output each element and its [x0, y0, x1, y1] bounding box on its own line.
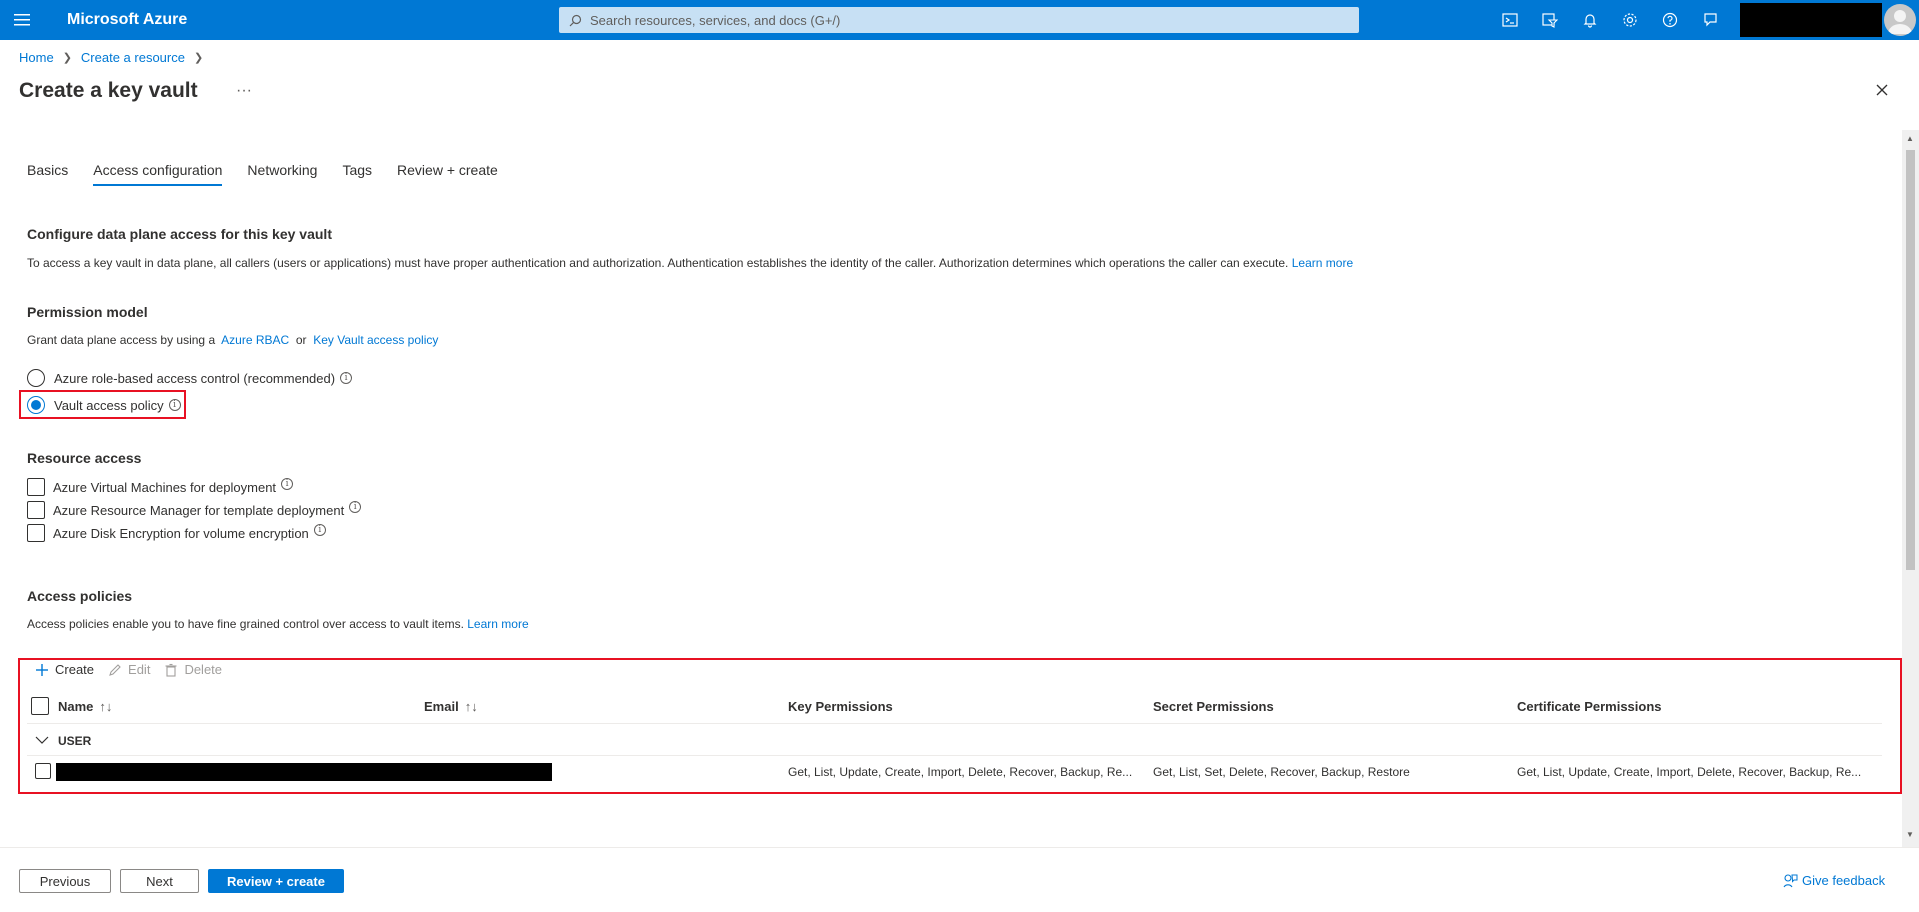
breadcrumb: Home ❯ Create a resource ❯: [19, 50, 203, 65]
search-icon: [569, 14, 582, 26]
next-button[interactable]: Next: [120, 869, 199, 893]
footer: Previous Next Review + create Give feedb…: [0, 847, 1919, 912]
cloud-shell-icon[interactable]: [1490, 0, 1530, 40]
checkbox-arm-template[interactable]: Azure Resource Manager for template depl…: [27, 501, 362, 519]
data-plane-description: To access a key vault in data plane, all…: [27, 256, 1353, 270]
close-icon[interactable]: [1874, 82, 1890, 98]
radio-azure-rbac[interactable]: Azure role-based access control (recomme…: [27, 369, 353, 387]
key-vault-access-policy-link[interactable]: Key Vault access policy: [313, 333, 438, 347]
tab-review-create[interactable]: Review + create: [397, 162, 498, 186]
tab-access-configuration[interactable]: Access configuration: [93, 162, 223, 186]
radio-azure-rbac-label: Azure role-based access control (recomme…: [54, 370, 336, 386]
access-policies-heading: Access policies: [27, 588, 133, 604]
data-plane-heading: Configure data plane access for this key…: [27, 226, 332, 242]
scrollbar[interactable]: ▲ ▼: [1902, 130, 1919, 847]
menu-icon[interactable]: [0, 0, 44, 40]
feedback-icon[interactable]: [1690, 0, 1730, 40]
permission-model-intro-text: Grant data plane access by using a: [27, 333, 216, 347]
radio-button-unchecked[interactable]: [27, 369, 45, 387]
help-icon[interactable]: [1650, 0, 1690, 40]
permission-model-intro: Grant data plane access by using a Azure…: [27, 333, 438, 347]
search-input[interactable]: Search resources, services, and docs (G+…: [559, 7, 1359, 33]
access-policies-description: Access policies enable you to have fine …: [27, 617, 529, 631]
search-placeholder: Search resources, services, and docs (G+…: [590, 12, 841, 28]
directory-filter-icon[interactable]: [1530, 0, 1570, 40]
avatar[interactable]: [1884, 4, 1916, 36]
access-policies-learn-more-link[interactable]: Learn more: [467, 617, 528, 631]
previous-button[interactable]: Previous: [19, 869, 111, 893]
checkbox[interactable]: [27, 501, 45, 519]
checkbox-disk-encryption[interactable]: Azure Disk Encryption for volume encrypt…: [27, 524, 326, 542]
review-create-button[interactable]: Review + create: [208, 869, 344, 893]
tab-networking[interactable]: Networking: [247, 162, 317, 186]
checkbox-vm-deployment-label: Azure Virtual Machines for deployment: [53, 479, 277, 495]
azure-rbac-link[interactable]: Azure RBAC: [221, 333, 289, 347]
give-feedback-label: Give feedback: [1802, 873, 1886, 888]
top-bar: Microsoft Azure Search resources, servic…: [0, 0, 1919, 40]
notifications-icon[interactable]: [1570, 0, 1610, 40]
checkbox-vm-deployment[interactable]: Azure Virtual Machines for deployment i: [27, 478, 294, 496]
content-area: Basics Access configuration Networking T…: [0, 130, 1902, 847]
brand-title[interactable]: Microsoft Azure: [67, 11, 187, 29]
feedback-person-icon: [1783, 874, 1798, 888]
more-options-icon[interactable]: ···: [236, 82, 252, 100]
tab-basics[interactable]: Basics: [27, 162, 68, 186]
permission-model-or-text: or: [295, 333, 307, 347]
tab-tags[interactable]: Tags: [342, 162, 372, 186]
tab-bar: Basics Access configuration Networking T…: [27, 162, 523, 186]
checkbox-arm-template-label: Azure Resource Manager for template depl…: [53, 502, 345, 518]
chevron-right-icon: ❯: [62, 52, 72, 64]
breadcrumb-home-link[interactable]: Home: [19, 50, 54, 65]
scrollbar-thumb[interactable]: [1906, 150, 1915, 570]
data-plane-description-text: To access a key vault in data plane, all…: [27, 256, 1289, 270]
chevron-right-icon: ❯: [193, 52, 204, 64]
info-icon[interactable]: i: [340, 372, 353, 384]
info-icon[interactable]: i: [313, 524, 326, 536]
permission-model-heading: Permission model: [27, 304, 148, 320]
breadcrumb-create-resource-link[interactable]: Create a resource: [81, 50, 185, 65]
highlight-box-access-policies: [18, 658, 1902, 794]
highlight-box-permission: [19, 390, 186, 419]
data-plane-learn-more-link[interactable]: Learn more: [1292, 256, 1353, 270]
resource-access-heading: Resource access: [27, 450, 142, 466]
checkbox[interactable]: [27, 478, 45, 496]
settings-icon[interactable]: [1610, 0, 1650, 40]
scroll-up-icon[interactable]: ▲: [1906, 134, 1914, 143]
info-icon[interactable]: i: [281, 478, 294, 490]
access-policies-description-text: Access policies enable you to have fine …: [27, 617, 464, 631]
checkbox[interactable]: [27, 524, 45, 542]
checkbox-disk-encryption-label: Azure Disk Encryption for volume encrypt…: [53, 525, 309, 541]
page-title: Create a key vault: [19, 79, 198, 102]
info-icon[interactable]: i: [349, 501, 362, 513]
scroll-down-icon[interactable]: ▼: [1906, 830, 1914, 839]
account-info-redacted[interactable]: [1740, 3, 1882, 37]
give-feedback-link[interactable]: Give feedback: [1783, 873, 1885, 888]
